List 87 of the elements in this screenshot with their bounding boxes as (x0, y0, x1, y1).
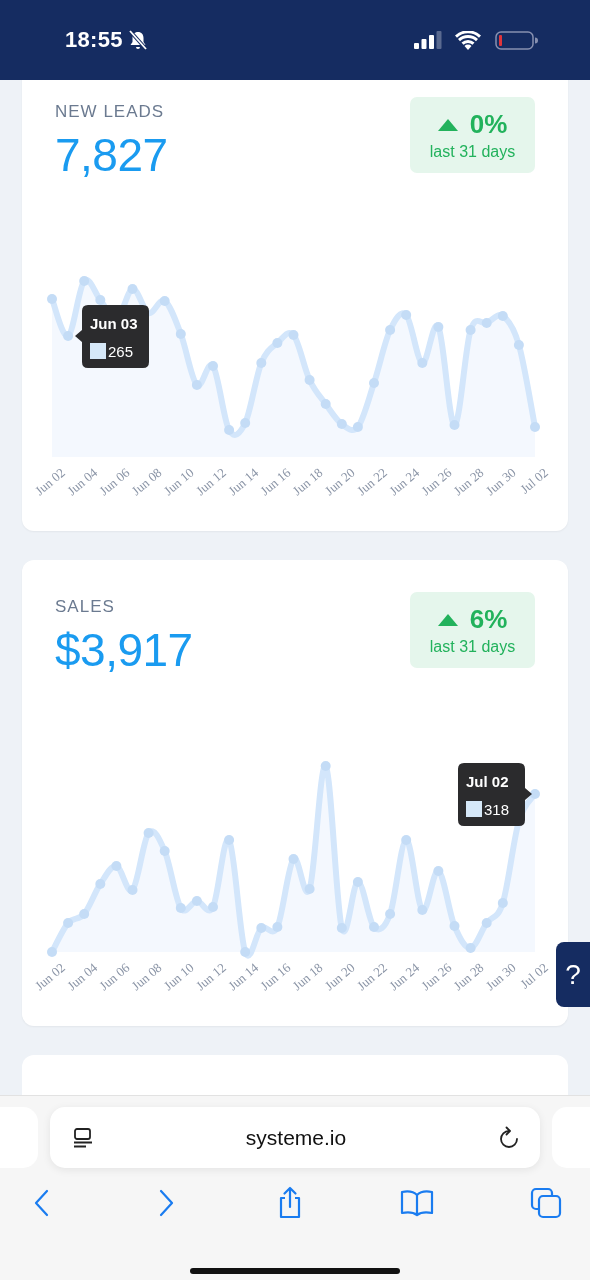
book-icon[interactable] (400, 1189, 434, 1217)
data-point (481, 918, 492, 928)
data-point (47, 947, 57, 957)
data-point (79, 276, 90, 286)
data-point (385, 325, 396, 335)
metric-value: 7,827 (55, 128, 168, 182)
data-point (272, 338, 283, 348)
data-point (497, 898, 508, 908)
data-point (401, 835, 412, 845)
data-point (47, 294, 57, 304)
data-point (304, 884, 315, 894)
tooltip-value: 318 (484, 801, 510, 818)
data-point (417, 358, 428, 368)
address-bar[interactable]: systeme.io (50, 1107, 540, 1168)
data-point (369, 378, 379, 388)
change-period: last 31 days (429, 143, 516, 161)
tooltip-title: Jul 02 (466, 773, 509, 790)
data-point (208, 902, 218, 912)
axis-label: Jul 02 (517, 959, 551, 992)
data-point (320, 399, 331, 409)
data-point (240, 418, 251, 428)
data-point (79, 909, 90, 919)
change-percent: 0% (469, 109, 508, 140)
tooltip-value: 265 (108, 343, 134, 360)
page-menu-icon[interactable] (72, 1126, 94, 1149)
battery-icon (495, 30, 538, 50)
data-point (224, 425, 235, 435)
tabs-icon[interactable] (530, 1187, 562, 1219)
data-point (111, 861, 122, 871)
data-point (208, 361, 218, 371)
data-point (288, 854, 299, 864)
data-point (175, 329, 186, 339)
data-point (159, 296, 170, 306)
data-point (127, 885, 138, 895)
data-point (304, 375, 315, 385)
data-point (513, 340, 524, 350)
data-point (256, 358, 267, 368)
data-point (191, 896, 202, 906)
data-point (224, 835, 235, 845)
data-point (288, 330, 299, 340)
data-point (95, 295, 106, 305)
help-button[interactable]: ? (556, 942, 590, 1007)
data-point (497, 311, 508, 321)
data-point (127, 284, 138, 294)
data-point (433, 866, 444, 876)
clock-time: 18:55 (65, 27, 123, 53)
data-point (369, 922, 379, 932)
axis-label: Jul 02 (517, 464, 551, 497)
data-point (159, 846, 170, 856)
data-point (191, 380, 202, 390)
data-point (530, 422, 540, 432)
data-point (465, 943, 476, 953)
card-title: SALES (55, 597, 116, 617)
signal-icon (414, 31, 442, 49)
change-percent: 6% (469, 604, 508, 635)
data-point (336, 923, 347, 933)
data-point (401, 310, 412, 320)
data-point (417, 905, 428, 915)
data-point (352, 877, 363, 887)
reload-icon[interactable] (498, 1125, 520, 1150)
legend-swatch-icon (466, 801, 482, 817)
data-point (449, 921, 460, 931)
data-point (175, 903, 186, 913)
data-point (449, 420, 460, 430)
data-point (272, 922, 283, 932)
data-point (63, 331, 74, 341)
data-point (352, 422, 363, 432)
metric-value: $3,917 (55, 623, 193, 677)
data-point (465, 325, 476, 335)
data-point (143, 828, 154, 838)
url-text: systeme.io (245, 1125, 347, 1150)
legend-swatch-icon (90, 343, 106, 359)
data-point (385, 909, 396, 919)
bell-slash-icon (126, 29, 149, 51)
change-period: last 31 days (429, 638, 516, 656)
data-point (433, 322, 444, 332)
data-point (63, 918, 74, 928)
data-point (481, 318, 492, 328)
data-point (320, 761, 331, 771)
tooltip-title: Jun 03 (90, 315, 138, 332)
data-point (336, 419, 347, 429)
wifi-icon (455, 30, 481, 50)
data-point (240, 947, 251, 957)
data-point (256, 923, 267, 933)
card-title: NEW LEADS (55, 102, 166, 122)
data-point (95, 879, 106, 889)
data-point (530, 789, 540, 799)
